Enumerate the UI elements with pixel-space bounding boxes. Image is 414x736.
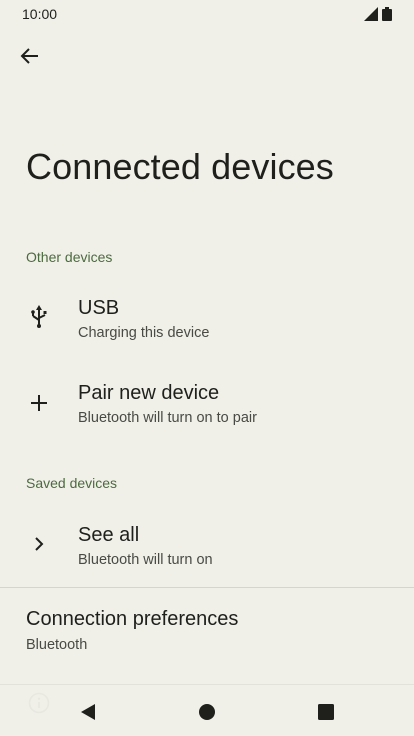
nav-home-button[interactable] [196,701,218,723]
screen: 10:00 Connected devices Other devices US… [0,0,414,736]
list-item-pair-new-device[interactable]: Pair new device Bluetooth will turn on t… [0,373,414,443]
nav-recents-button[interactable] [315,701,337,723]
section-header-saved-devices: Saved devices [26,475,118,491]
battery-icon [382,7,392,21]
section-header-other-devices: Other devices [26,249,113,265]
pair-new-device-title: Pair new device [78,382,220,404]
status-bar: 10:00 [0,0,414,28]
usb-title: USB [78,297,120,319]
chevron-right-icon [26,531,52,557]
home-circle-icon [199,704,215,720]
navigation-bar [0,684,414,736]
recents-square-icon [318,704,334,720]
status-icons [364,7,392,21]
back-button[interactable] [14,40,46,72]
see-all-subtitle: Bluetooth will turn on [78,552,213,568]
see-all-title: See all [78,524,140,546]
pair-new-device-subtitle: Bluetooth will turn on to pair [78,410,257,426]
nav-back-button[interactable] [77,701,99,723]
list-item-connection-preferences[interactable]: Connection preferences Bluetooth [0,596,414,666]
plus-icon [26,390,52,416]
usb-subtitle: Charging this device [78,325,210,341]
usb-icon [26,304,52,330]
page-title: Connected devices [26,146,334,187]
connection-preferences-subtitle: Bluetooth [26,637,88,653]
connection-preferences-title: Connection preferences [26,608,239,630]
list-item-usb[interactable]: USB Charging this device [0,288,414,358]
status-time: 10:00 [22,6,58,22]
signal-icon [364,7,378,21]
list-item-see-all[interactable]: See all Bluetooth will turn on [0,515,414,585]
back-triangle-icon [81,704,95,720]
arrow-back-icon [20,48,38,64]
divider [0,587,414,588]
